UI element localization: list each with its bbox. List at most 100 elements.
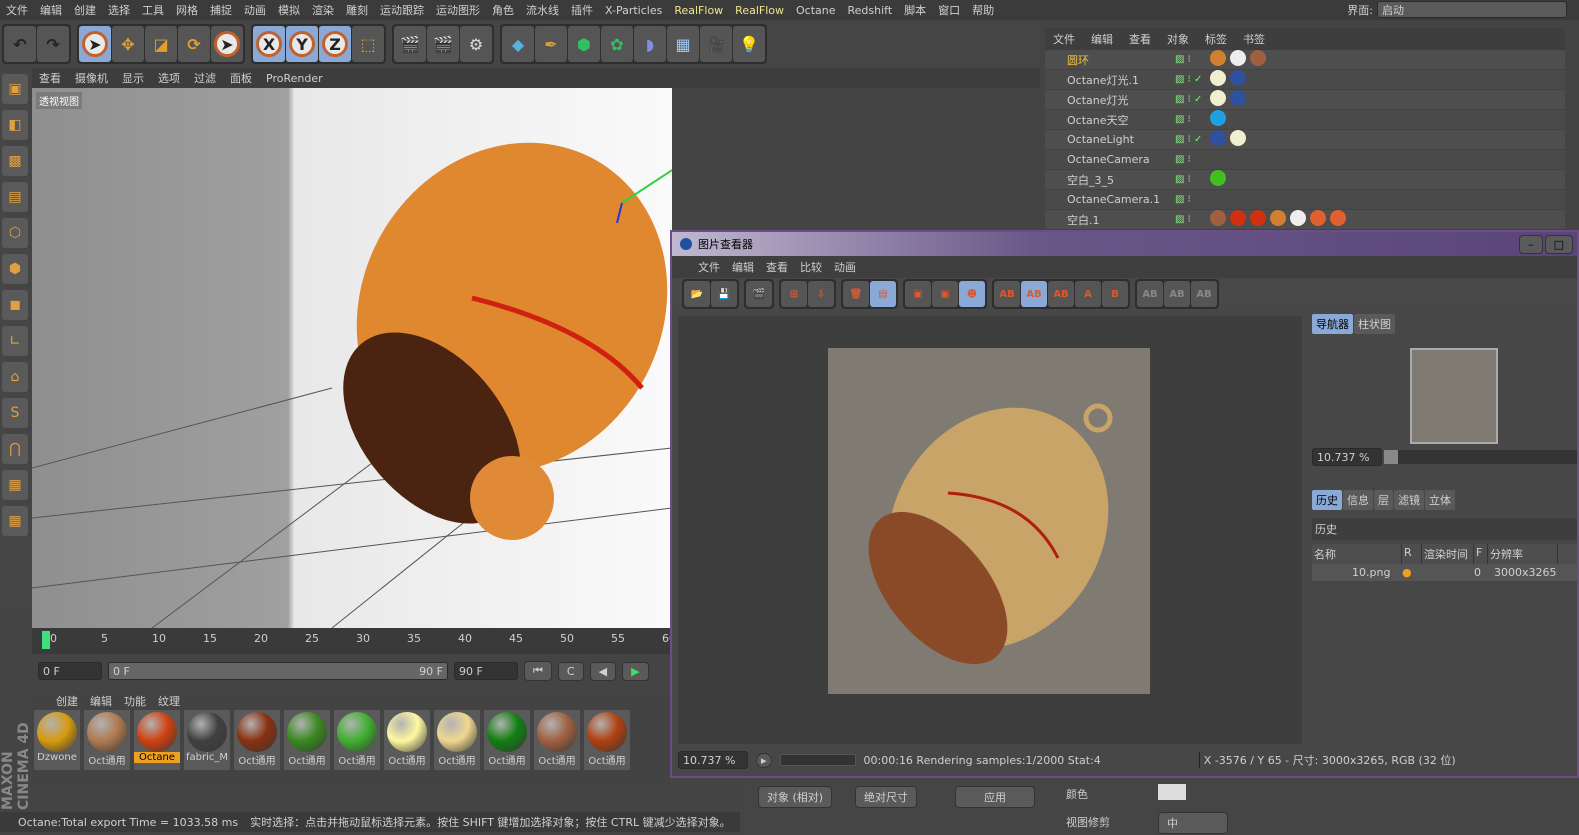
menu-item[interactable]: Octane (790, 4, 842, 17)
object-flags[interactable]: ▨ ⁝ (1165, 114, 1210, 125)
menu-item[interactable]: 捕捉 (204, 2, 238, 18)
tag-icon[interactable] (1230, 130, 1246, 146)
tag-icon[interactable] (1230, 50, 1246, 66)
material-swatch[interactable]: Oct通用 (84, 710, 130, 770)
menu-item[interactable]: 运动跟踪 (374, 2, 430, 18)
tag-icon[interactable] (1210, 130, 1226, 146)
material-swatch[interactable]: Oct通用 (384, 710, 430, 770)
ab-split-icon[interactable]: AB (1021, 281, 1047, 307)
ab-diff-icon[interactable]: AB (1048, 281, 1074, 307)
menu-item[interactable]: 流水线 (520, 2, 565, 18)
object-menu-item[interactable]: 标签 (1197, 31, 1235, 47)
redo-button[interactable]: ↷ (37, 26, 69, 62)
tag-icon[interactable] (1250, 210, 1266, 226)
material-menu-item[interactable]: 编辑 (90, 693, 112, 708)
material-swatch[interactable]: Octane (134, 710, 180, 770)
delete-icon[interactable]: 🗑 (843, 281, 869, 307)
status-zoom-field[interactable]: 10.737 % (678, 751, 748, 769)
material-swatch[interactable]: Oct通用 (534, 710, 580, 770)
viewport-menu-item[interactable]: 过滤 (187, 70, 223, 86)
object-row[interactable]: Octane灯光 ▨ ⁝ ✓ (1045, 90, 1565, 110)
history-tab[interactable]: 层 (1374, 490, 1393, 510)
object-row[interactable]: OctaneLight ▨ ⁝ ✓ (1045, 130, 1565, 150)
menu-item[interactable]: 工具 (136, 2, 170, 18)
ab-left-icon[interactable]: AB (1137, 281, 1163, 307)
size-mode-dropdown[interactable]: 绝对尺寸 (855, 786, 917, 808)
material-swatch[interactable]: Oct通用 (584, 710, 630, 770)
menu-item[interactable]: 雕刻 (340, 2, 374, 18)
viewport-menu-item[interactable]: 选项 (151, 70, 187, 86)
ab-top-icon[interactable]: AB (1164, 281, 1190, 307)
object-menu-item[interactable]: 编辑 (1083, 31, 1121, 47)
play-backward-button[interactable]: ◀ (589, 661, 617, 681)
history-column-header[interactable]: 名称 (1312, 544, 1402, 564)
menu-item[interactable]: 渲染 (306, 2, 340, 18)
tag-icon[interactable] (1230, 210, 1246, 226)
object-row[interactable]: Octane灯光.1 ▨ ⁝ ✓ (1045, 70, 1565, 90)
object-flags[interactable]: ▨ ⁝ ✓ (1165, 134, 1210, 145)
viewport-menu-item[interactable]: 显示 (115, 70, 151, 86)
navigator-zoom-field[interactable]: 10.737 % (1312, 448, 1382, 466)
pen-icon[interactable]: ✒ (535, 26, 567, 62)
object-flags[interactable]: ▨ ⁝ (1165, 154, 1210, 165)
history-tab[interactable]: 立体 (1425, 490, 1455, 510)
object-name[interactable]: Octane天空 (1045, 112, 1165, 128)
snap-icon[interactable]: S (2, 398, 28, 428)
model-mode-icon[interactable]: ◧ (2, 110, 28, 140)
timeline[interactable]: 0 5 10 15 20 25 30 35 40 45 50 55 60 (32, 628, 676, 654)
object-flags[interactable]: ▨ ⁝ ✓ (1165, 94, 1210, 105)
history-column-header[interactable]: F (1474, 544, 1488, 564)
make-editable-icon[interactable]: ▣ (2, 74, 28, 104)
viewer-menu-item[interactable]: 比较 (794, 259, 828, 275)
clapboard-icon[interactable]: 🎬 (746, 281, 772, 307)
object-name[interactable]: OctaneCamera (1045, 153, 1165, 166)
menu-item[interactable]: 编辑 (34, 2, 68, 18)
frame-range-slider[interactable]: 0 F 90 F (108, 662, 448, 680)
object-row[interactable]: OctaneCamera.1 ▨ ⁝ (1045, 190, 1565, 210)
menu-item[interactable]: 文件 (0, 2, 34, 18)
object-flags[interactable]: ▨ ⁝ ✓ (1165, 74, 1210, 85)
viewport-menu-item[interactable]: 查看 (32, 70, 68, 86)
go-to-start-button[interactable]: ⏮ (524, 661, 552, 681)
menu-item[interactable]: 模拟 (272, 2, 306, 18)
tag-icon[interactable] (1210, 170, 1226, 186)
view-user-icon[interactable]: ☻ (959, 281, 985, 307)
tag-icon[interactable] (1210, 210, 1226, 226)
download-icon[interactable]: ⇩ (808, 281, 834, 307)
render-settings-button[interactable]: ⚙ (460, 26, 492, 62)
live-select-button[interactable]: ➤ (79, 26, 111, 62)
object-name[interactable]: 空白_3_5 (1045, 172, 1165, 188)
menu-item[interactable]: 网格 (170, 2, 204, 18)
tag-icon[interactable] (1210, 90, 1226, 106)
tag-icon[interactable] (1290, 210, 1306, 226)
history-tab[interactable]: 滤镜 (1394, 490, 1424, 510)
object-flags[interactable]: ▨ ⁝ (1165, 214, 1210, 225)
set-a-icon[interactable]: A (1075, 281, 1101, 307)
menu-item[interactable]: 脚本 (898, 2, 932, 18)
viewport-menu-item[interactable]: 摄像机 (68, 70, 115, 86)
menu-item[interactable]: 选择 (102, 2, 136, 18)
layout-selector[interactable]: 界面: 启动 (1347, 1, 1567, 18)
layout-dropdown[interactable]: 启动 (1377, 1, 1567, 18)
menu-item[interactable]: 插件 (565, 2, 599, 18)
object-flags[interactable]: ▨ ⁝ (1165, 174, 1210, 185)
material-swatch[interactable]: fabric_M (184, 710, 230, 770)
end-frame-field[interactable]: 90 F (454, 662, 518, 680)
menu-item[interactable]: X-Particles (599, 4, 668, 17)
tag-icon[interactable] (1210, 50, 1226, 66)
material-menu-item[interactable]: 纹理 (158, 693, 180, 708)
open-icon[interactable]: 📂 (684, 281, 710, 307)
set-b-icon[interactable]: B (1102, 281, 1128, 307)
minimize-button[interactable]: – (1519, 234, 1543, 254)
menu-item[interactable]: 窗口 (932, 2, 966, 18)
camera-icon[interactable]: 🎥 (700, 26, 732, 62)
lock-workplane-icon[interactable]: ▦ (2, 470, 28, 500)
ab-all-icon[interactable]: AB (1191, 281, 1217, 307)
edges-mode-icon[interactable]: ⬢ (2, 254, 28, 284)
viewer-menu-item[interactable]: 查看 (760, 259, 794, 275)
tag-icon[interactable] (1250, 50, 1266, 66)
view-alpha-icon[interactable]: ▣ (932, 281, 958, 307)
x-axis-button[interactable]: X (253, 26, 285, 62)
object-menu-item[interactable]: 查看 (1121, 31, 1159, 47)
view-icon[interactable]: ▣ (905, 281, 931, 307)
